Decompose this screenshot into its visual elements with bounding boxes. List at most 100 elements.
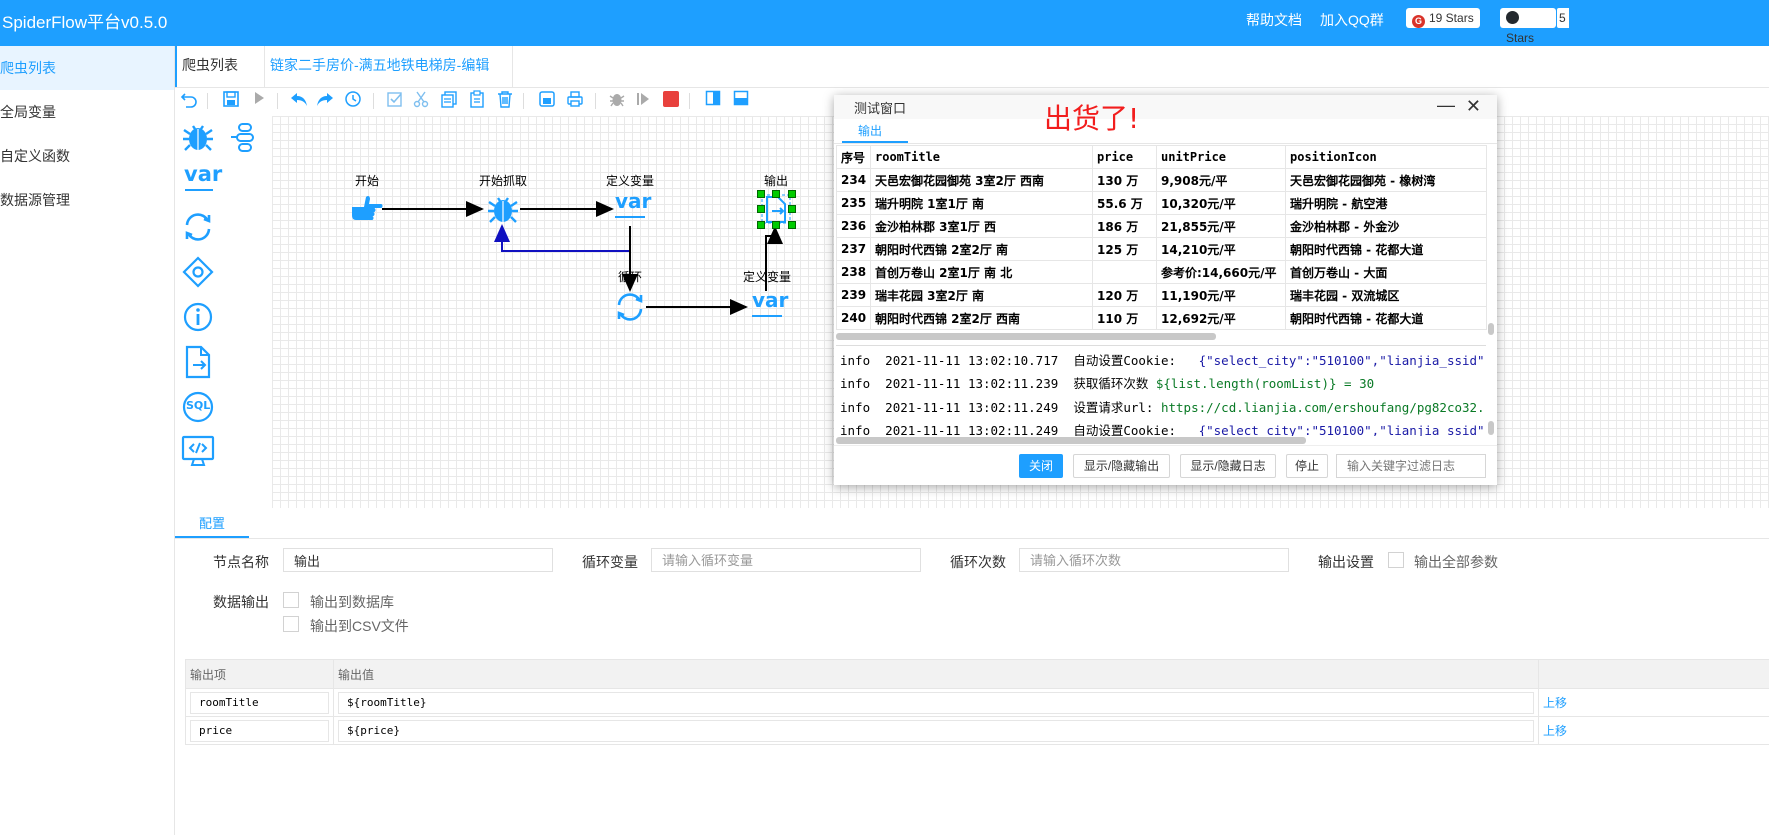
node-loop-label: 循环 bbox=[618, 270, 643, 284]
output-all-params-checkbox[interactable] bbox=[1388, 552, 1404, 568]
log-filter-input[interactable] bbox=[1336, 454, 1486, 478]
loop-count-input[interactable] bbox=[1019, 548, 1289, 572]
table-vertical-scrollbar[interactable] bbox=[1488, 323, 1494, 335]
table-row: 239 瑞丰花园 3室2厅 南 120 万 11,190元/平 瑞丰花园 - 双流城区 bbox=[836, 283, 1487, 307]
output-item-input[interactable]: price bbox=[190, 719, 329, 742]
debug-icon[interactable] bbox=[607, 90, 627, 110]
define-var2-node-icon[interactable]: var bbox=[752, 289, 788, 317]
col-room-title: roomTitle bbox=[870, 145, 1093, 169]
forward-icon[interactable] bbox=[315, 90, 335, 110]
config-tabbar: 配置 bbox=[175, 510, 1769, 539]
app-title: SpiderFlow平台v0.5.0 bbox=[2, 13, 168, 32]
define-var-node-icon[interactable]: var bbox=[615, 190, 651, 218]
output-item-input[interactable]: roomTitle bbox=[190, 691, 329, 714]
gitee-icon: G bbox=[1412, 15, 1425, 28]
sql-node-icon[interactable]: SQL bbox=[181, 390, 215, 424]
close-icon[interactable]: ✕ bbox=[1466, 96, 1481, 117]
print-icon[interactable] bbox=[565, 90, 585, 110]
node-name-label: 节点名称 bbox=[213, 554, 269, 570]
log-entry: info 2021-11-11 13:02:11.239 获取循环次数 ${li… bbox=[840, 376, 1375, 391]
move-up-link[interactable]: 上移 bbox=[1543, 724, 1567, 738]
minimize-icon[interactable]: — bbox=[1437, 95, 1455, 116]
output-to-csv-checkbox[interactable] bbox=[283, 616, 299, 632]
output-to-csv-label: 输出到CSV文件 bbox=[310, 618, 409, 634]
paste-icon[interactable] bbox=[467, 90, 487, 110]
output-items-table: 输出项 输出值 roomTitle ${roomTitle} 上移 price … bbox=[185, 659, 1769, 745]
sidebar-item-spider-list[interactable]: 爬虫列表 bbox=[0, 46, 174, 90]
output-node-selected[interactable] bbox=[757, 190, 796, 229]
run-icon[interactable] bbox=[249, 90, 269, 110]
log-entry: info 2021-11-11 13:02:11.249 自动设置Cookie:… bbox=[840, 423, 1486, 436]
save-icon[interactable] bbox=[221, 90, 241, 110]
cut-icon[interactable] bbox=[411, 90, 431, 110]
col-index: 序号 bbox=[836, 145, 871, 169]
sidebar-item-custom-functions[interactable]: 自定义函数 bbox=[0, 134, 174, 178]
log-vertical-scrollbar[interactable] bbox=[1488, 421, 1494, 435]
tab-config[interactable]: 配置 bbox=[175, 510, 249, 538]
output-value-input[interactable]: ${price} bbox=[338, 719, 1534, 742]
delete-icon[interactable] bbox=[495, 90, 515, 110]
condition-node-icon[interactable] bbox=[181, 255, 215, 289]
table-row: 240 朝阳时代西锦 2室2厅 西南 110 万 12,692元/平 朝阳时代西锦 - … bbox=[836, 306, 1487, 330]
col-position: positionIcon bbox=[1285, 145, 1487, 169]
output-value-input[interactable]: ${roomTitle} bbox=[338, 691, 1534, 714]
github-icon bbox=[1506, 11, 1519, 24]
sidebar-item-global-vars[interactable]: 全局变量 bbox=[0, 90, 174, 134]
node-palette: var SQL bbox=[175, 116, 272, 508]
toggle-right-panel-icon[interactable] bbox=[703, 90, 723, 110]
log-entry: info 2021-11-11 13:02:10.717 自动设置Cookie:… bbox=[840, 353, 1486, 368]
loop-var-input[interactable] bbox=[651, 548, 921, 572]
output-node-icon[interactable] bbox=[181, 345, 215, 379]
output-to-db-label: 输出到数据库 bbox=[310, 594, 394, 610]
script-node-icon[interactable] bbox=[181, 434, 215, 468]
loop-node-icon-canvas[interactable] bbox=[613, 290, 647, 327]
toggle-output-button[interactable]: 显示/隐藏输出 bbox=[1073, 454, 1170, 478]
copy-icon[interactable] bbox=[439, 90, 459, 110]
output-all-params-label: 输出全部参数 bbox=[1414, 554, 1498, 570]
output-to-db-checkbox[interactable] bbox=[283, 592, 299, 608]
loop-node-icon[interactable] bbox=[181, 210, 215, 244]
data-output-label: 数据输出 bbox=[213, 594, 269, 610]
sidebar-item-datasource[interactable]: 数据源管理 bbox=[0, 178, 174, 222]
spider-node-icon[interactable] bbox=[181, 120, 215, 154]
node-name-input[interactable] bbox=[283, 548, 553, 572]
crawl-node-icon[interactable] bbox=[486, 192, 520, 229]
move-up-link[interactable]: 上移 bbox=[1543, 696, 1567, 710]
info-node-icon[interactable] bbox=[181, 300, 215, 334]
tab-output[interactable]: 输出 bbox=[854, 122, 886, 139]
select-all-icon[interactable] bbox=[385, 90, 405, 110]
log-panel: info 2021-11-11 13:02:10.717 自动设置Cookie:… bbox=[836, 345, 1486, 436]
stop-button[interactable]: 停止 bbox=[1286, 454, 1328, 478]
help-docs-link[interactable]: 帮助文档 bbox=[1246, 10, 1302, 30]
table-row: 234 天邑宏御花园御苑 3室2厅 西南 130 万 9,908元/平 天邑宏御花园御苑… bbox=[836, 168, 1487, 192]
step-icon[interactable] bbox=[633, 90, 653, 110]
history-icon[interactable] bbox=[343, 90, 363, 110]
gitee-stars-badge[interactable]: G 19 Stars bbox=[1406, 8, 1480, 28]
tab-bar: 爬虫列表 链家二手房价-满五地铁电梯房-编辑 bbox=[175, 46, 1769, 88]
github-stars-badge[interactable]: Stars bbox=[1500, 8, 1556, 45]
tab-editor[interactable]: 链家二手房价-满五地铁电梯房-编辑 bbox=[265, 46, 513, 87]
stop-icon[interactable] bbox=[661, 90, 681, 110]
join-qq-link[interactable]: 加入QQ群 bbox=[1320, 10, 1384, 30]
toggle-bottom-panel-icon[interactable] bbox=[731, 90, 751, 110]
node-define-var2-label: 定义变量 bbox=[743, 270, 792, 284]
back-icon[interactable] bbox=[289, 90, 309, 110]
variable-node-icon[interactable]: var bbox=[181, 162, 222, 196]
undo-icon[interactable] bbox=[179, 90, 199, 110]
dialog-tabbar: 输出 bbox=[834, 119, 1497, 144]
table-horizontal-scrollbar[interactable] bbox=[836, 333, 1216, 340]
toggle-log-button[interactable]: 显示/隐藏日志 bbox=[1180, 454, 1276, 478]
output-settings-label: 输出设置 bbox=[1318, 554, 1374, 570]
tab-spider-list[interactable]: 爬虫列表 bbox=[175, 46, 265, 87]
output-table: 序号 roomTitle price unitPrice positionIco… bbox=[836, 145, 1487, 330]
export-image-icon[interactable] bbox=[537, 90, 557, 110]
github-stars-count: 5 bbox=[1557, 8, 1569, 28]
function-node-icon[interactable] bbox=[227, 120, 261, 154]
log-horizontal-scrollbar[interactable] bbox=[836, 437, 1306, 444]
output-table-header: 序号 roomTitle price unitPrice positionIco… bbox=[836, 145, 1487, 169]
test-window-titlebar[interactable]: 测试窗口 — ✕ bbox=[834, 95, 1497, 119]
log-entry: info 2021-11-11 13:02:11.249 设置请求url: ht… bbox=[840, 400, 1486, 415]
flow-edges bbox=[382, 201, 783, 315]
start-node-icon[interactable] bbox=[350, 193, 384, 228]
close-button[interactable]: 关闭 bbox=[1019, 454, 1063, 478]
